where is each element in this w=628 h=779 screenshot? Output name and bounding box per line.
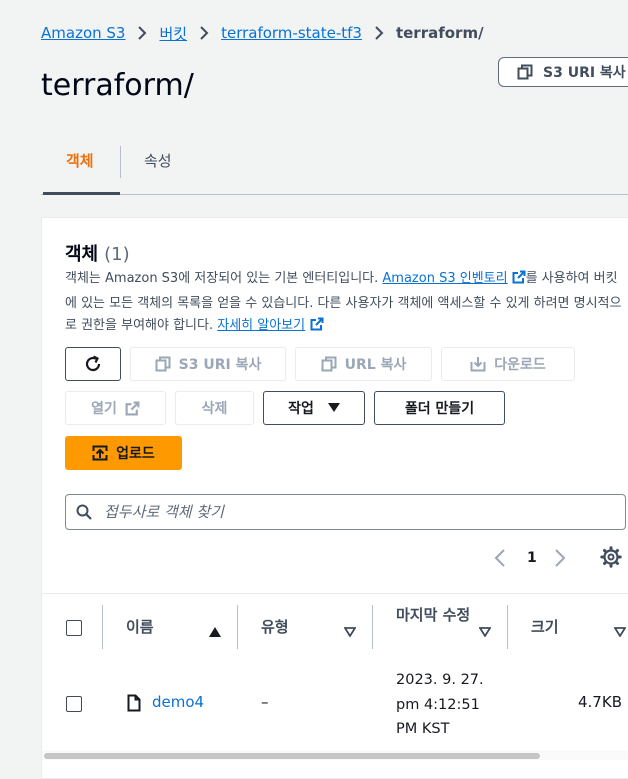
learn-more-label: 자세히 알아보기 bbox=[217, 318, 306, 333]
create-folder-label: 폴더 만들기 bbox=[404, 401, 475, 417]
select-all-checkbox[interactable] bbox=[66, 620, 82, 636]
scrollbar-thumb[interactable] bbox=[44, 753, 540, 759]
search-icon bbox=[76, 504, 92, 520]
upload-label: 업로드 bbox=[116, 446, 155, 462]
inventory-link[interactable]: Amazon S3 인벤토리 bbox=[382, 270, 526, 286]
refresh-button[interactable] bbox=[65, 347, 121, 381]
column-header-type[interactable]: 유형 bbox=[261, 616, 289, 637]
tabs-baseline bbox=[41, 194, 628, 195]
sort-icon[interactable] bbox=[343, 622, 357, 641]
page-title: terraform/ bbox=[41, 68, 194, 103]
download-icon bbox=[470, 356, 486, 372]
open-button[interactable]: 열기 bbox=[65, 391, 166, 425]
breadcrumb-current: terraform/ bbox=[395, 24, 484, 42]
sort-ascending-icon[interactable] bbox=[209, 622, 221, 641]
learn-more-link[interactable]: 자세히 알아보기 bbox=[217, 317, 324, 333]
inventory-link-label: Amazon S3 인벤토리 bbox=[382, 271, 508, 286]
pagination: 1 bbox=[494, 544, 566, 572]
panel-heading: 객체 (1) bbox=[65, 240, 130, 266]
column-header-name[interactable]: 이름 bbox=[126, 616, 154, 637]
open-label: 열기 bbox=[91, 401, 117, 417]
refresh-icon bbox=[83, 354, 103, 374]
download-button[interactable]: 다운로드 bbox=[441, 347, 575, 381]
search-input[interactable] bbox=[102, 502, 586, 522]
caret-down-icon bbox=[327, 403, 340, 413]
settings-gear-icon[interactable] bbox=[600, 546, 622, 572]
upload-icon bbox=[92, 445, 108, 461]
copy-url-button[interactable]: URL 복사 bbox=[295, 347, 432, 381]
chevron-right-icon bbox=[374, 26, 384, 40]
column-header-size[interactable]: 크기 bbox=[531, 616, 559, 637]
upload-button[interactable]: 업로드 bbox=[65, 436, 182, 470]
chevron-right-icon[interactable] bbox=[554, 549, 566, 567]
table-row: demo4 – 2023. 9. 27. pm 4:12:51 PM KST 4… bbox=[42, 660, 628, 750]
external-link-icon bbox=[310, 317, 324, 340]
external-link-icon bbox=[512, 270, 526, 293]
copy-s3-uri-header-label: S3 URI 복사 bbox=[543, 65, 626, 81]
tab-divider bbox=[120, 146, 121, 178]
delete-label: 삭제 bbox=[201, 401, 228, 417]
sort-icon[interactable] bbox=[613, 622, 627, 641]
table-header: 이름 유형 마지막 수정 크기 bbox=[42, 593, 628, 661]
active-tab-indicator bbox=[43, 192, 120, 195]
column-header-last-modified[interactable]: 마지막 수정 bbox=[396, 604, 476, 627]
create-folder-button[interactable]: 폴더 만들기 bbox=[374, 391, 505, 425]
chevron-left-icon[interactable] bbox=[494, 549, 506, 567]
chevron-right-icon bbox=[137, 26, 147, 40]
tab-objects[interactable]: 객체 bbox=[66, 150, 94, 171]
object-name-link[interactable]: demo4 bbox=[152, 693, 204, 711]
object-count: (1) bbox=[104, 244, 130, 265]
modified-date: 2023. 9. 27. bbox=[396, 672, 484, 688]
column-divider bbox=[237, 605, 238, 649]
panel-title: 객체 bbox=[65, 244, 99, 265]
column-divider bbox=[507, 605, 508, 649]
column-divider bbox=[372, 605, 373, 649]
sort-icon[interactable] bbox=[478, 622, 492, 641]
delete-button[interactable]: 삭제 bbox=[175, 391, 254, 425]
breadcrumb-bucket[interactable]: terraform-state-tf3 bbox=[221, 24, 362, 42]
modified-timezone: PM KST bbox=[396, 721, 450, 737]
panel-description: 객체는 Amazon S3에 저장되어 있는 기본 엔터티입니다. Amazon… bbox=[65, 268, 625, 340]
download-label: 다운로드 bbox=[494, 357, 546, 373]
modified-time: pm 4:12:51 bbox=[396, 696, 480, 713]
breadcrumb-amazon-s3[interactable]: Amazon S3 bbox=[41, 24, 125, 42]
copy-icon bbox=[155, 356, 171, 372]
copy-s3-uri-label: S3 URI 복사 bbox=[178, 357, 262, 373]
copy-url-label: URL 복사 bbox=[344, 357, 407, 373]
object-type: – bbox=[261, 693, 269, 711]
copy-icon bbox=[321, 356, 337, 372]
actions-label: 작업 bbox=[288, 401, 314, 417]
copy-s3-uri-header-button[interactable]: S3 URI 복사 bbox=[498, 57, 628, 87]
object-last-modified: 2023. 9. 27. pm 4:12:51 PM KST bbox=[396, 668, 484, 742]
chevron-right-icon bbox=[199, 26, 209, 40]
external-link-icon bbox=[125, 401, 140, 416]
object-size: 4.7KB bbox=[578, 693, 622, 711]
breadcrumb: Amazon S3 버킷 terraform-state-tf3 terrafo… bbox=[41, 22, 484, 44]
page-number[interactable]: 1 bbox=[527, 550, 537, 566]
breadcrumb-buckets[interactable]: 버킷 bbox=[159, 23, 187, 44]
copy-icon bbox=[517, 64, 533, 80]
file-icon bbox=[127, 694, 141, 716]
tab-properties[interactable]: 속성 bbox=[144, 150, 172, 171]
row-checkbox[interactable] bbox=[66, 696, 82, 712]
copy-s3-uri-button[interactable]: S3 URI 복사 bbox=[130, 347, 286, 381]
description-text-1: 객체는 Amazon S3에 저장되어 있는 기본 엔터티입니다. bbox=[65, 271, 383, 286]
search-box bbox=[65, 494, 626, 530]
column-divider bbox=[102, 605, 103, 649]
actions-dropdown-button[interactable]: 작업 bbox=[263, 391, 365, 425]
